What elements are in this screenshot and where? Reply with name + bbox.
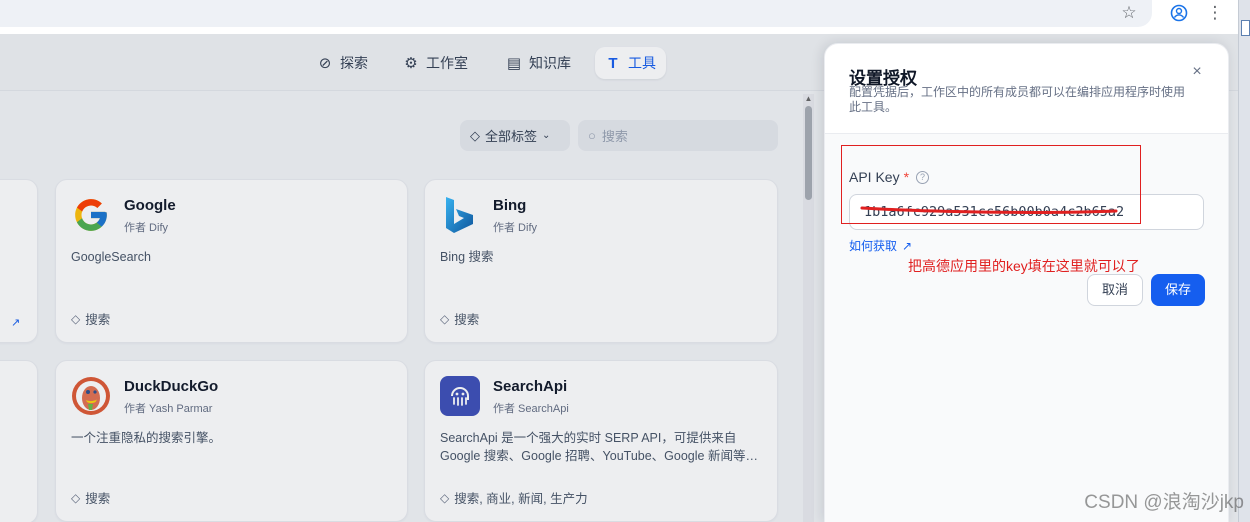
how-to-get-label: 如何获取 [849,239,898,253]
cancel-button[interactable]: 取消 [1087,274,1143,306]
watermark: CSDN @浪淘沙jkp [1084,492,1244,513]
external-link-icon: ↗ [902,238,913,253]
annotation-highlight-box [841,145,1141,224]
window-icon [1241,20,1250,36]
more-icon[interactable]: ⋮ [1203,2,1227,24]
drawer-header: 设置授权 配置凭据后，工作区中的所有成员都可以在编排应用程序时使用此工具。 × [825,44,1228,134]
star-icon[interactable]: ☆ [1117,2,1141,24]
address-bar[interactable] [0,0,1152,27]
browser-chrome: ☆ ⋮ [0,0,1250,34]
drawer-subtitle: 配置凭据后，工作区中的所有成员都可以在编排应用程序时使用此工具。 [849,85,1186,114]
how-to-get-link[interactable]: 如何获取 ↗ [849,237,912,254]
side-panel-strip [1238,0,1250,522]
close-icon[interactable]: × [1187,62,1207,82]
annotation-note: 把高德应用里的key填在这里就可以了 [908,258,1140,274]
auth-settings-drawer: 设置授权 配置凭据后，工作区中的所有成员都可以在编排应用程序时使用此工具。 × … [824,43,1229,522]
account-icon[interactable] [1167,2,1191,24]
save-button[interactable]: 保存 [1151,274,1205,306]
